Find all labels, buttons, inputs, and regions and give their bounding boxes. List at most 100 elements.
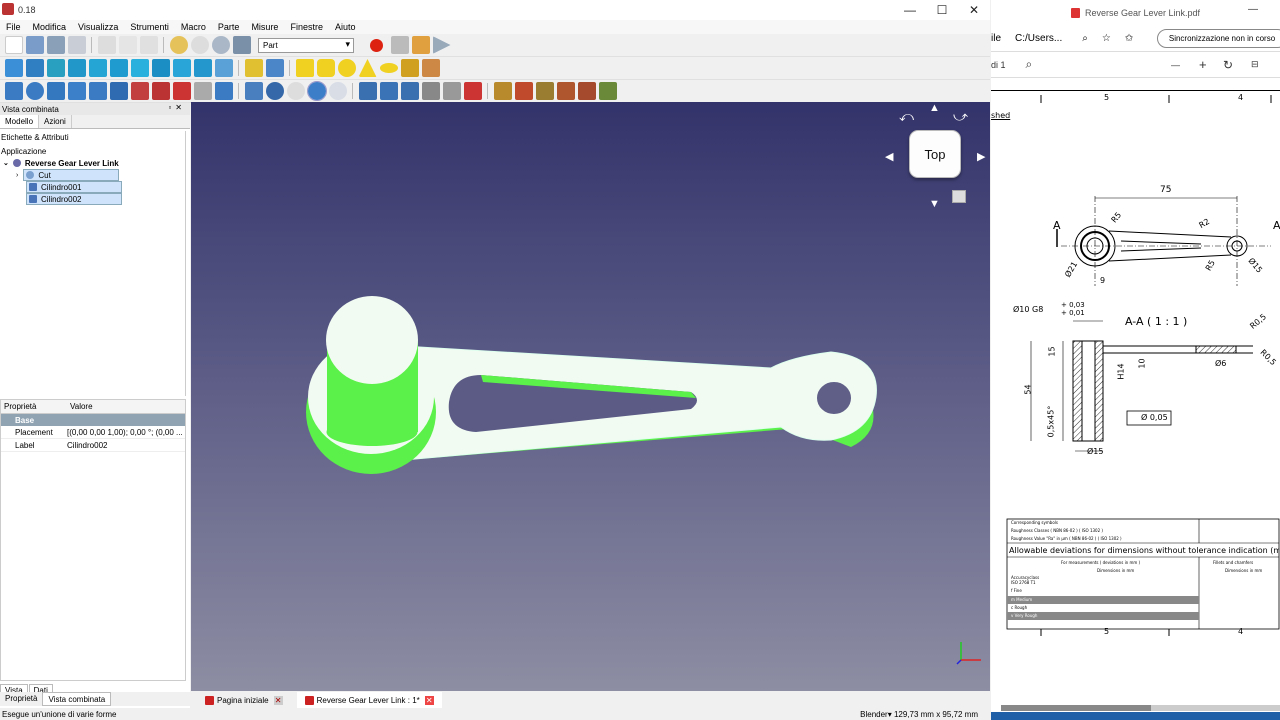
split-tools-icon[interactable] — [379, 82, 398, 100]
horizontal-scrollbar[interactable] — [1001, 705, 1280, 711]
section-icon[interactable] — [193, 82, 212, 100]
create-group-icon[interactable] — [265, 59, 284, 77]
pdf-tab[interactable]: Reverse Gear Lever Link.pdf — — [991, 0, 1280, 26]
extrude-icon[interactable] — [4, 82, 23, 100]
part-model[interactable] — [191, 102, 990, 691]
expand-arrow-icon[interactable]: › — [16, 172, 18, 179]
tab-reverse-gear-lever-link[interactable]: Reverse Gear Lever Link : 1* ✕ — [296, 692, 442, 708]
measure-clear-icon[interactable] — [556, 82, 575, 100]
defeaturing-icon[interactable] — [421, 82, 440, 100]
tab-pagina-iniziale[interactable]: Pagina iniziale ✕ — [197, 692, 291, 708]
pdf-window-controls[interactable]: — — [1248, 4, 1280, 15]
tab-vista-combinata[interactable]: Vista combinata — [42, 692, 112, 706]
tree-item-cilindro002[interactable]: Cilindro002 — [0, 193, 185, 205]
undo-icon[interactable] — [169, 36, 188, 54]
union-icon[interactable] — [306, 81, 327, 101]
expand-arrow-icon[interactable]: ⌄ — [3, 159, 9, 167]
make-face-icon[interactable] — [109, 82, 128, 100]
rotate-arrows-icon[interactable]: ⤺ — [899, 108, 914, 125]
navcube-menu-icon[interactable] — [952, 190, 966, 203]
create-part-icon[interactable] — [244, 59, 263, 77]
status-navigation-dimensions[interactable]: Blender▾ 129,73 mm x 95,72 mm — [860, 710, 978, 719]
menu-strumenti[interactable]: Strumenti — [124, 22, 175, 32]
fit-selection-icon[interactable] — [25, 59, 44, 77]
boolean-icon[interactable] — [265, 82, 284, 100]
thickness-icon[interactable] — [442, 82, 461, 100]
navigation-cube[interactable]: Top — [909, 130, 961, 178]
address-text[interactable]: C:/Users... — [1015, 33, 1062, 44]
tab-proprieta[interactable]: Proprietà — [0, 692, 42, 706]
compound-tools-icon[interactable] — [244, 82, 263, 100]
join-features-icon[interactable] — [358, 82, 377, 100]
nav-left-icon[interactable]: ◀ — [885, 150, 893, 163]
view-front-icon[interactable] — [88, 59, 107, 77]
view-bottom-icon[interactable] — [172, 59, 191, 77]
tree-document[interactable]: ⌄ Reverse Gear Lever Link — [0, 157, 185, 169]
menu-aiuto[interactable]: Aiuto — [329, 22, 362, 32]
cut-icon[interactable] — [97, 36, 116, 54]
projection-icon[interactable] — [463, 82, 482, 100]
shape-builder-icon[interactable] — [421, 59, 440, 77]
paste-icon[interactable] — [139, 36, 158, 54]
run-macro-icon[interactable] — [432, 36, 451, 54]
menu-misure[interactable]: Misure — [245, 22, 284, 32]
common-icon[interactable] — [328, 82, 347, 100]
tab-azioni[interactable]: Azioni — [39, 115, 72, 128]
revolve-icon[interactable] — [25, 82, 44, 100]
measure-angular-icon[interactable] — [514, 82, 533, 100]
cone-icon[interactable] — [358, 59, 377, 77]
view-rear-icon[interactable] — [151, 59, 170, 77]
close-tab-icon[interactable]: ✕ — [273, 695, 283, 705]
property-value[interactable]: [(0,00 0,00 1,00); 0,00 °; (0,00 ... — [67, 428, 185, 437]
tree-item-cilindro001[interactable]: Cilindro001 — [0, 181, 185, 193]
record-macro-icon[interactable] — [370, 38, 383, 52]
view-left-icon[interactable] — [193, 59, 212, 77]
minimize-button[interactable]: — — [894, 0, 926, 20]
nav-down-icon[interactable]: ▼ — [929, 198, 940, 210]
nav-right-icon[interactable]: ▶ — [977, 150, 985, 163]
panel-float-close-buttons[interactable]: ▫✕ — [168, 103, 186, 112]
shed-link[interactable]: shed — [991, 111, 1010, 120]
view-top-icon[interactable] — [109, 59, 128, 77]
ruled-surface-icon[interactable] — [130, 82, 149, 100]
edit-macro-icon[interactable] — [411, 36, 430, 54]
collections-icon[interactable]: ✩ — [1125, 33, 1133, 44]
rotate-arrows-icon[interactable]: ⤻ — [953, 108, 968, 125]
property-value[interactable]: Cilindro002 — [67, 441, 185, 450]
cut-shape-icon[interactable] — [286, 82, 305, 100]
close-button[interactable]: ✕ — [958, 0, 990, 20]
sweep-icon[interactable] — [172, 82, 191, 100]
property-row-placement[interactable]: Placement [(0,00 0,00 1,00); 0,00 °; (0,… — [1, 426, 185, 439]
tree-item-cut[interactable]: › Cut — [0, 169, 185, 181]
measure-linear-icon[interactable] — [493, 82, 512, 100]
view-isometric-icon[interactable] — [67, 59, 86, 77]
menu-file[interactable]: File — [0, 22, 27, 32]
chamfer-icon[interactable] — [88, 82, 107, 100]
nav-up-icon[interactable]: ▲ — [929, 102, 940, 114]
toggle-delta-icon[interactable] — [598, 82, 617, 100]
tab-modello[interactable]: Modello — [0, 115, 40, 128]
cylinder-icon[interactable] — [316, 59, 335, 77]
favorite-icon[interactable]: ☆ — [1102, 33, 1111, 44]
loft-icon[interactable] — [151, 82, 170, 100]
save-icon[interactable] — [46, 36, 65, 54]
menu-finestre[interactable]: Finestre — [284, 22, 329, 32]
torus-icon[interactable] — [379, 63, 398, 73]
menu-visualizza[interactable]: Visualizza — [72, 22, 124, 32]
redo-icon[interactable] — [190, 36, 209, 54]
save-as-icon[interactable] — [67, 36, 86, 54]
offset-icon[interactable] — [214, 82, 233, 100]
menu-parte[interactable]: Parte — [212, 22, 246, 32]
rotate-icon[interactable]: ↻ — [1223, 58, 1233, 72]
draw-style-icon[interactable] — [46, 59, 65, 77]
zoom-out-icon[interactable]: — — [1171, 60, 1180, 70]
open-folder-icon[interactable] — [25, 36, 44, 54]
fit-page-icon[interactable]: ⊟ — [1251, 59, 1259, 70]
property-row-label[interactable]: Label Cilindro002 — [1, 439, 185, 452]
workbench-selector[interactable]: Part — [258, 37, 354, 53]
menu-modifica[interactable]: Modifica — [27, 22, 73, 32]
fit-all-icon[interactable] — [4, 59, 23, 77]
close-tab-icon[interactable]: ✕ — [424, 695, 434, 705]
view-right-icon[interactable] — [130, 59, 149, 77]
stop-macro-icon[interactable] — [390, 36, 409, 54]
